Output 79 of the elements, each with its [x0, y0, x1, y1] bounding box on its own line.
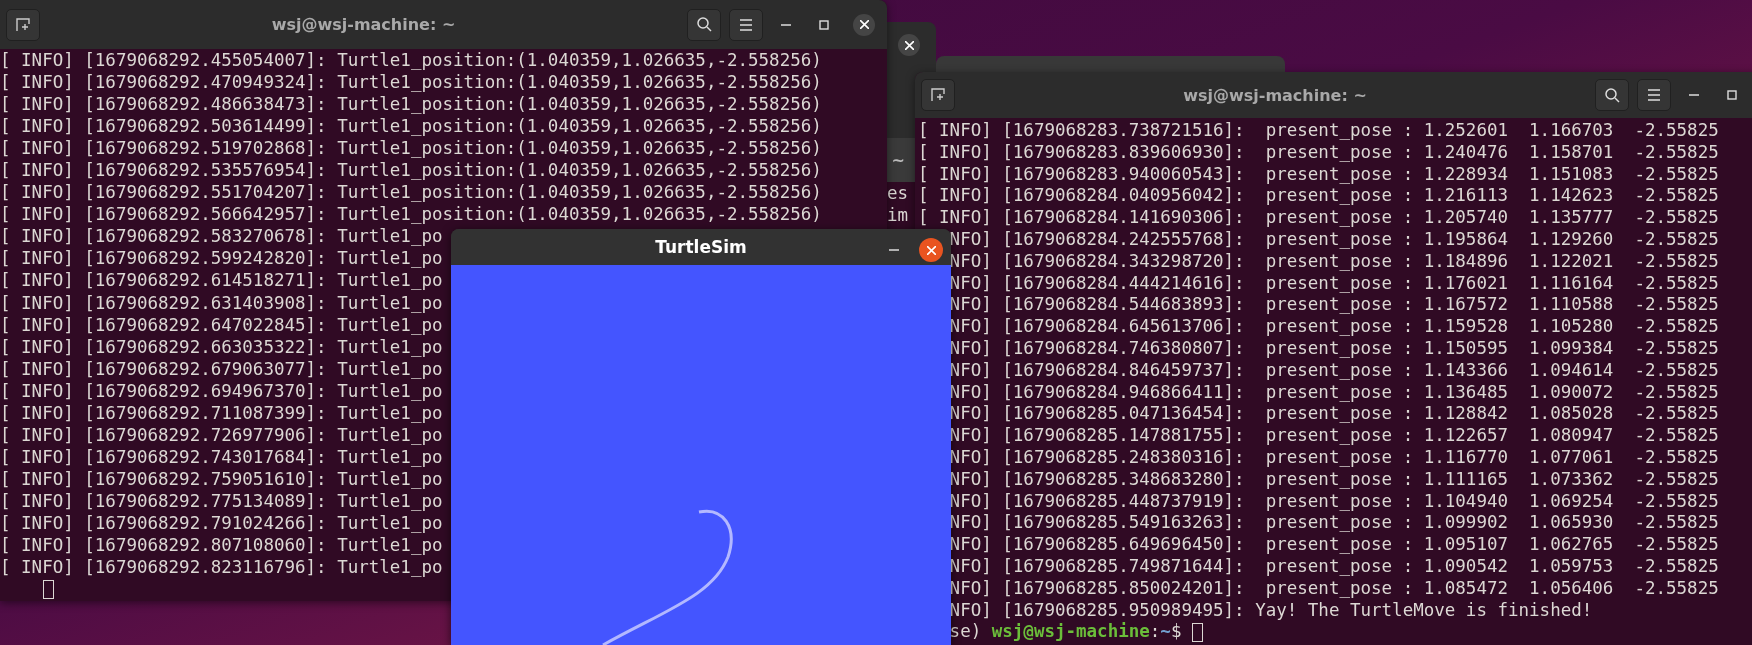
terminal-line: [ INFO] [1679068292.503614499]: Turtle1_position:(1.040359,1.026635,-2.558256) [0, 115, 822, 138]
terminal-line: [ INFO] [1679068292.486638473]: Turtle1_position:(1.040359,1.026635,-2.558256) [0, 93, 822, 116]
terminal-line: [ INFO] [1679068292.694967370]: Turtle1_po [0, 379, 443, 402]
terminal-line: [ INFO] [1679068284.040956042]: present_pose : 1.216113 1.142623 -2.55825 [918, 185, 1719, 208]
menu-button[interactable] [1637, 79, 1671, 111]
search-icon [696, 17, 712, 32]
terminal-line: [ INFO] [1679068292.551704207]: Turtle1_position:(1.040359,1.026635,-2.558256) [0, 181, 822, 204]
terminal-line: NFO] [1679068284.242555768]: present_pose : 1.195864 1.129260 -2.55825 [949, 229, 1719, 251]
terminal-line: [ INFO] [1679068292.775134089]: Turtle1_po [0, 489, 443, 512]
terminal-line: NFO] [1679068285.348683280]: present_pose : 1.111165 1.073362 -2.55825 [949, 468, 1719, 491]
terminal-line: [ INFO] [1679068292.663035322]: Turtle1_po [0, 335, 443, 358]
close-button[interactable] [919, 238, 943, 262]
terminal-line: NFO] [1679068285.549163263]: present_pose : 1.099902 1.065930 -2.55825 [949, 512, 1719, 535]
terminal-line: [ INFO] [1679068292.566642957]: Turtle1_position:(1.040359,1.026635,-2.558256) [0, 203, 822, 226]
close-icon [859, 20, 869, 29]
new-tab-icon [16, 17, 30, 32]
terminal-line: [ INFO] [1679068292.455054007]: Turtle1_position:(1.040359,1.026635,-2.558256) [0, 49, 822, 72]
terminal-line: NFO] [1679068285.448737919]: present_pose : 1.104940 1.069254 -2.55825 [949, 490, 1719, 513]
new-tab-icon [931, 88, 945, 102]
minimize-icon [889, 249, 899, 251]
terminal-line: [ INFO] [1679068283.738721516]: present_pose : 1.252601 1.166703 -2.55825 [918, 120, 1719, 142]
terminal-line: NFO] [1679068285.850024201]: present_pose : 1.085472 1.056406 -2.55825 [949, 577, 1719, 600]
terminal-line: NFO] [1679068285.147881755]: present_pose : 1.122657 1.080947 -2.55825 [949, 425, 1719, 447]
search-button[interactable] [687, 8, 721, 41]
terminal-line: [ INFO] [1679068292.614518271]: Turtle1_po [0, 269, 443, 292]
terminal-line: [ INFO] [1679068292.631403908]: Turtle1_po [0, 291, 443, 314]
window-title: ~ [891, 150, 905, 170]
terminal-line: NFO] [1679068284.343298720]: present_pose : 1.184896 1.122021 -2.55825 [949, 250, 1719, 273]
maximize-icon [819, 19, 829, 30]
close-button[interactable] [898, 34, 920, 56]
terminal-line: [ INFO] [1679068292.823116796]: Turtle1_po [0, 556, 443, 579]
terminal-line: [ INFO] [1679068292.791024266]: Turtle1_po [0, 512, 443, 535]
terminal-prompt: se) wsj@wsj-machine:~$ [949, 621, 1183, 644]
terminal-line: [ INFO] [1679068284.141690306]: present_pose : 1.205740 1.135777 -2.55825 [918, 207, 1719, 229]
window-title: wsj@wsj-machine: ~ [270, 15, 457, 34]
terminal-line: NFO] [1679068285.749871644]: present_pose : 1.090542 1.059753 -2.55825 [949, 555, 1719, 578]
terminal-line: [ INFO] [1679068292.759051610]: Turtle1_po [0, 467, 443, 490]
terminal-line: [ INFO] [1679068292.535576954]: Turtle1_position:(1.040359,1.026635,-2.558256) [0, 159, 822, 182]
terminal-line: [ INFO] [1679068283.940060543]: present_pose : 1.228934 1.151083 -2.55825 [918, 163, 1719, 186]
terminal-line: im [887, 204, 909, 227]
terminal-line: [ INFO] [1679068292.470949324]: Turtle1_position:(1.040359,1.026635,-2.558256) [0, 71, 822, 94]
terminal-line: [ INFO] [1679068292.647022845]: Turtle1_po [0, 313, 443, 336]
terminal-line: [ INFO] [1679068292.726977906]: Turtle1_po [0, 423, 443, 446]
terminal-line: [ INFO] [1679068292.599242820]: Turtle1_po [0, 247, 443, 270]
terminal-line: NFO] [1679068284.544683893]: present_pose : 1.167572 1.110588 -2.55825 [949, 294, 1719, 317]
terminal-line: [ INFO] [1679068292.711087399]: Turtle1_po [0, 401, 443, 424]
window-title: TurtleSim [655, 237, 747, 257]
terminal-line: NFO] [1679068284.846459737]: present_pose : 1.143366 1.094614 -2.55825 [949, 359, 1719, 382]
menu-icon [739, 18, 753, 31]
new-tab-button[interactable] [921, 79, 955, 111]
terminal-line: NFO] [1679068284.645613706]: present_pose : 1.159528 1.105280 -2.55825 [949, 316, 1719, 338]
maximize-icon [1727, 90, 1737, 100]
terminal-line: [ INFO] [1679068283.839606930]: present_pose : 1.240476 1.158701 -2.55825 [918, 141, 1719, 164]
minimize-icon [781, 23, 791, 26]
search-button[interactable] [1595, 79, 1629, 111]
close-icon [926, 245, 936, 255]
menu-button[interactable] [729, 8, 763, 41]
terminal-cursor [43, 579, 54, 599]
terminal-line: NFO] [1679068284.444214616]: present_pose : 1.176021 1.116164 -2.55825 [949, 272, 1719, 295]
terminal-line: [ INFO] [1679068292.519702868]: Turtle1_position:(1.040359,1.026635,-2.558256) [0, 137, 822, 160]
new-tab-button[interactable] [6, 8, 40, 41]
search-icon [1604, 87, 1620, 103]
terminal-cursor [1191, 622, 1203, 642]
terminal-line: NFO] [1679068284.746380807]: present_pose : 1.150595 1.099384 -2.55825 [949, 337, 1719, 360]
menu-icon [1647, 89, 1661, 101]
terminal-line: NFO] [1679068285.649696450]: present_pose : 1.095107 1.062765 -2.55825 [949, 534, 1719, 556]
close-button[interactable] [853, 13, 875, 36]
terminal-line: es [887, 182, 909, 205]
terminal-line: [ INFO] [1679068292.807108060]: Turtle1_po [0, 534, 443, 557]
minimize-icon [1689, 94, 1699, 96]
terminal-line: NFO] [1679068285.047136454]: present_pose : 1.128842 1.085028 -2.55825 [949, 403, 1719, 426]
terminal-line: [ INFO] [1679068292.743017684]: Turtle1_po [0, 445, 443, 468]
terminal-line: [ INFO] [1679068292.679063077]: Turtle1_po [0, 357, 443, 380]
terminal-line: [ INFO] [1679068292.583270678]: Turtle1_po [0, 225, 443, 248]
terminal-line: NFO] [1679068285.248380316]: present_pose : 1.116770 1.077061 -2.55825 [949, 446, 1719, 469]
terminal-line: NFO] [1679068284.946866411]: present_pose : 1.136485 1.090072 -2.55825 [949, 381, 1719, 404]
window-title: wsj@wsj-machine: ~ [1182, 85, 1368, 105]
terminal-line: NFO] [1679068285.950989495]: Yay! The TurtleMove is finished! [949, 599, 1593, 622]
close-icon [904, 40, 914, 50]
